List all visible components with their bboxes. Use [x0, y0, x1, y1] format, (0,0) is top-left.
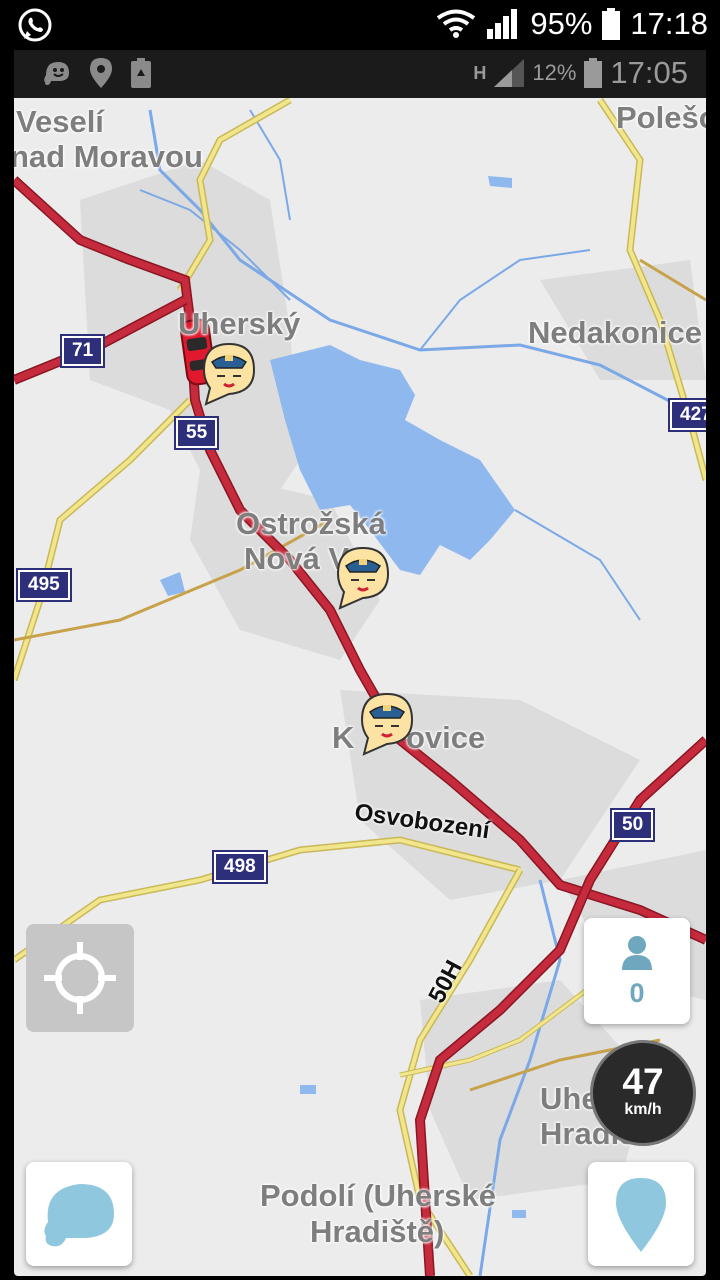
town-label: Veselí: [16, 104, 104, 139]
battery-icon: [602, 8, 621, 40]
town-label: K: [332, 720, 355, 755]
location-pin-icon: [90, 58, 112, 88]
road-shield: 71: [59, 334, 106, 368]
inner-signal-icon: [494, 59, 525, 87]
wifi-icon: [437, 9, 476, 38]
town-label: Nedakonice: [528, 315, 703, 350]
cell-signal-icon: [487, 9, 518, 39]
police-icon[interactable]: [198, 340, 260, 410]
road-shield: 427: [668, 398, 706, 432]
speed-unit: km/h: [624, 1101, 662, 1118]
town-label: Podolí (Uherské: [260, 1178, 496, 1213]
main-menu-button[interactable]: [26, 1162, 132, 1266]
report-button[interactable]: [588, 1162, 694, 1266]
road-shield: 495: [16, 568, 72, 602]
town-label: Uherský: [178, 306, 301, 341]
inner-battery-percent: 12%: [532, 60, 577, 85]
speedometer: 47 km/h: [590, 1040, 696, 1146]
report-pin-icon: [616, 1178, 666, 1252]
inner-status-bar: H 12% 17:05: [14, 50, 706, 98]
police-icon[interactable]: [356, 690, 418, 760]
road-shield: 55: [173, 416, 220, 450]
inner-battery-icon: [584, 58, 603, 88]
device-time: 17:18: [630, 6, 708, 41]
wazers-count: 0: [629, 978, 645, 1008]
person-icon: [622, 936, 652, 970]
waze-menu-icon: [44, 1184, 114, 1247]
town-label: Ostrožská: [236, 506, 386, 541]
nearby-wazers-button[interactable]: 0: [584, 918, 690, 1024]
town-label: Polešo: [616, 100, 706, 135]
inner-time: 17:05: [610, 55, 688, 90]
road-shield: 498: [212, 850, 268, 884]
device-status-bar: 95% 17:18: [0, 0, 720, 50]
battery-saver-icon: [131, 58, 151, 88]
road-shield: 50: [609, 808, 656, 842]
town-label: nad Moravou: [14, 139, 203, 174]
crosshair-icon: [44, 942, 116, 1014]
whatsapp-icon: [18, 8, 52, 42]
recenter-button[interactable]: [26, 924, 134, 1032]
speed-value: 47: [622, 1061, 664, 1102]
device-battery-percent: 95%: [530, 6, 593, 41]
town-label: Hradiště): [310, 1214, 445, 1249]
police-icon[interactable]: [332, 544, 394, 614]
network-type: H: [473, 62, 487, 83]
waze-icon: [44, 62, 69, 85]
